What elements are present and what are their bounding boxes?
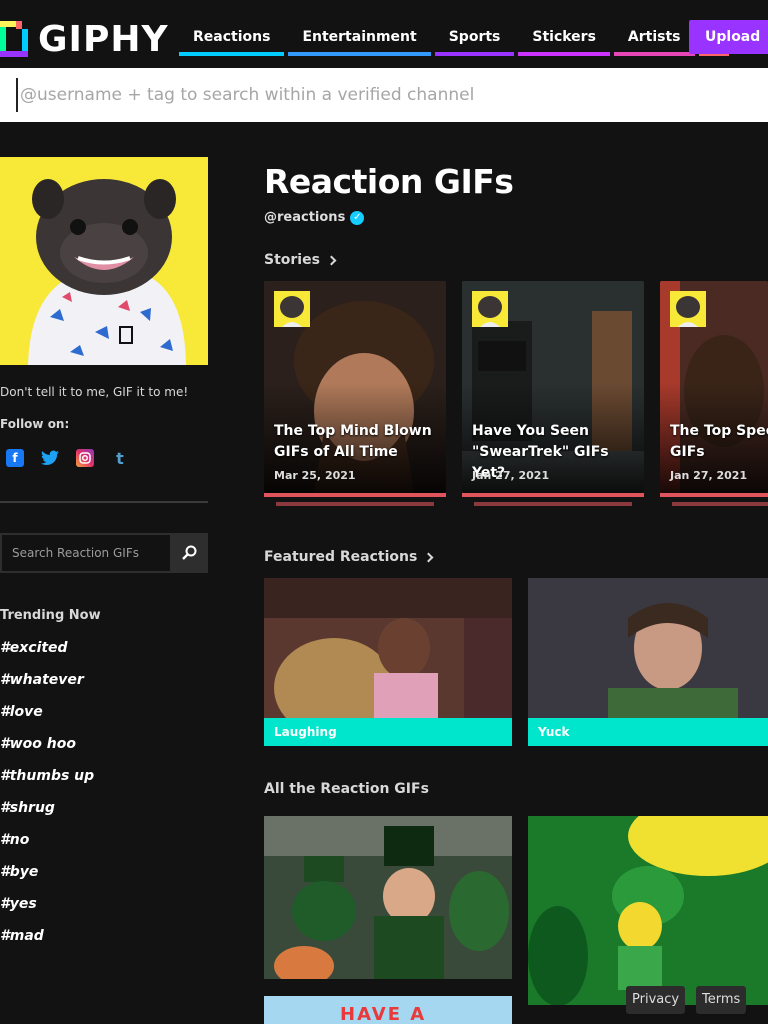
- stories-heading[interactable]: Stories: [264, 252, 337, 268]
- nav-underline: [179, 52, 285, 56]
- trending-tag[interactable]: #love: [0, 704, 94, 736]
- brand-name: GIPHY: [38, 18, 169, 60]
- page-title: Reaction GIFs: [264, 162, 514, 201]
- featured-card-yuck[interactable]: Yuck: [528, 578, 768, 746]
- trending-tag[interactable]: #mad: [0, 928, 94, 960]
- trending-tag[interactable]: #thumbs up: [0, 768, 94, 800]
- trending-heading: Trending Now: [0, 608, 101, 623]
- story-stack: [474, 502, 632, 506]
- nav-underline: [288, 52, 431, 56]
- nav-item-label: Stickers: [532, 29, 596, 45]
- pug-image: [0, 157, 208, 365]
- story-stack: [660, 493, 768, 497]
- nav-underline: [518, 52, 610, 56]
- trending-tag[interactable]: #bye: [0, 864, 94, 896]
- story-stack: [264, 493, 446, 497]
- upload-button[interactable]: Upload: [689, 20, 768, 54]
- trending-tag[interactable]: #shrug: [0, 800, 94, 832]
- trending-tag[interactable]: #yes: [0, 896, 94, 928]
- twitter-icon[interactable]: [41, 449, 59, 467]
- giphy-logo[interactable]: GIPHY: [0, 18, 169, 60]
- chevron-right-icon: [423, 552, 434, 562]
- trending-tag[interactable]: #excited: [0, 640, 94, 672]
- nav-underline: [434, 52, 515, 56]
- featured-label: Yuck: [528, 718, 768, 746]
- story-stack: [462, 493, 644, 497]
- gif-thumbnail: [528, 816, 768, 1005]
- nav-item-stickers[interactable]: Stickers: [518, 22, 610, 56]
- story-stack: [672, 502, 768, 506]
- terms-link[interactable]: Terms: [696, 986, 747, 1014]
- channel-avatar[interactable]: [0, 157, 208, 365]
- stories-heading-text: Stories: [264, 252, 320, 268]
- featured-heading[interactable]: Featured Reactions: [264, 549, 434, 565]
- gif-thumbnail: [264, 816, 512, 979]
- instagram-icon[interactable]: [76, 449, 94, 467]
- gif-caption: HAVE A: [340, 1004, 427, 1024]
- story-avatar: [670, 291, 706, 327]
- gif-tile[interactable]: [264, 816, 512, 979]
- story-card[interactable]: The Top Mind Blown GIFs of All Time Mar …: [264, 281, 446, 493]
- story-stack: [276, 502, 434, 506]
- channel-handle[interactable]: @reactions ✓: [264, 210, 365, 225]
- facebook-icon[interactable]: f: [6, 449, 24, 467]
- search-input[interactable]: [16, 78, 756, 112]
- handle-text: @reactions: [264, 210, 346, 225]
- nav-item-label: Reactions: [193, 29, 271, 45]
- story-date: Jan 27, 2021: [670, 469, 748, 482]
- search-icon: [182, 545, 197, 560]
- sidebar-divider: [0, 501, 208, 503]
- story-date: Jan 27, 2021: [472, 469, 550, 482]
- nav-underline: [613, 52, 695, 56]
- featured-heading-text: Featured Reactions: [264, 549, 418, 565]
- follow-label: Follow on:: [0, 417, 70, 431]
- nav-item-sports[interactable]: Sports: [434, 22, 515, 56]
- story-title: The Top Mind Blown GIFs of All Time: [274, 423, 432, 460]
- social-links: f t: [6, 449, 129, 468]
- story-date: Mar 25, 2021: [274, 469, 356, 482]
- verified-check-icon: ✓: [350, 210, 365, 225]
- story-title: The Top Speechless GIFs: [670, 423, 768, 460]
- trending-tags: #excited #whatever #love #woo hoo #thumb…: [0, 640, 94, 960]
- nav-item-label: Sports: [448, 29, 501, 45]
- nav-item-label: Artists: [627, 29, 681, 45]
- nav-item-artists[interactable]: Artists: [613, 22, 695, 56]
- privacy-link[interactable]: Privacy: [626, 986, 686, 1014]
- story-avatar: [274, 291, 310, 327]
- all-gifs-heading: All the Reaction GIFs: [264, 781, 429, 797]
- nav-item-reactions[interactable]: Reactions: [179, 22, 285, 56]
- nav-item-label: Entertainment: [302, 29, 417, 45]
- trending-tag[interactable]: #whatever: [0, 672, 94, 704]
- channel-search-button[interactable]: [170, 535, 208, 571]
- story-card[interactable]: Have You Seen "SwearTrek" GIFs Yet? Jan …: [462, 281, 644, 493]
- gif-tile[interactable]: [528, 816, 768, 1005]
- search-bar: [0, 68, 768, 122]
- featured-label: Laughing: [264, 718, 512, 746]
- main-nav: Reactions Entertainment Sports Stickers …: [179, 22, 733, 56]
- channel-tagline: Don't tell it to me, GIF it to me!: [0, 385, 189, 399]
- gif-tile[interactable]: HAVE A: [264, 996, 512, 1024]
- nav-item-entertainment[interactable]: Entertainment: [288, 22, 431, 56]
- top-bar: GIPHY Reactions Entertainment Sports Sti…: [0, 0, 768, 68]
- story-card[interactable]: The Top Speechless GIFs Jan 27, 2021: [660, 281, 768, 493]
- featured-card-laughing[interactable]: Laughing: [264, 578, 512, 746]
- story-avatar: [472, 291, 508, 327]
- giphy-logo-icon: [0, 21, 28, 57]
- trending-tag[interactable]: #woo hoo: [0, 736, 94, 768]
- chevron-right-icon: [326, 255, 337, 265]
- channel-search-input[interactable]: [2, 535, 168, 571]
- tumblr-icon[interactable]: t: [111, 449, 129, 468]
- trending-tag[interactable]: #no: [0, 832, 94, 864]
- channel-search: [0, 533, 208, 573]
